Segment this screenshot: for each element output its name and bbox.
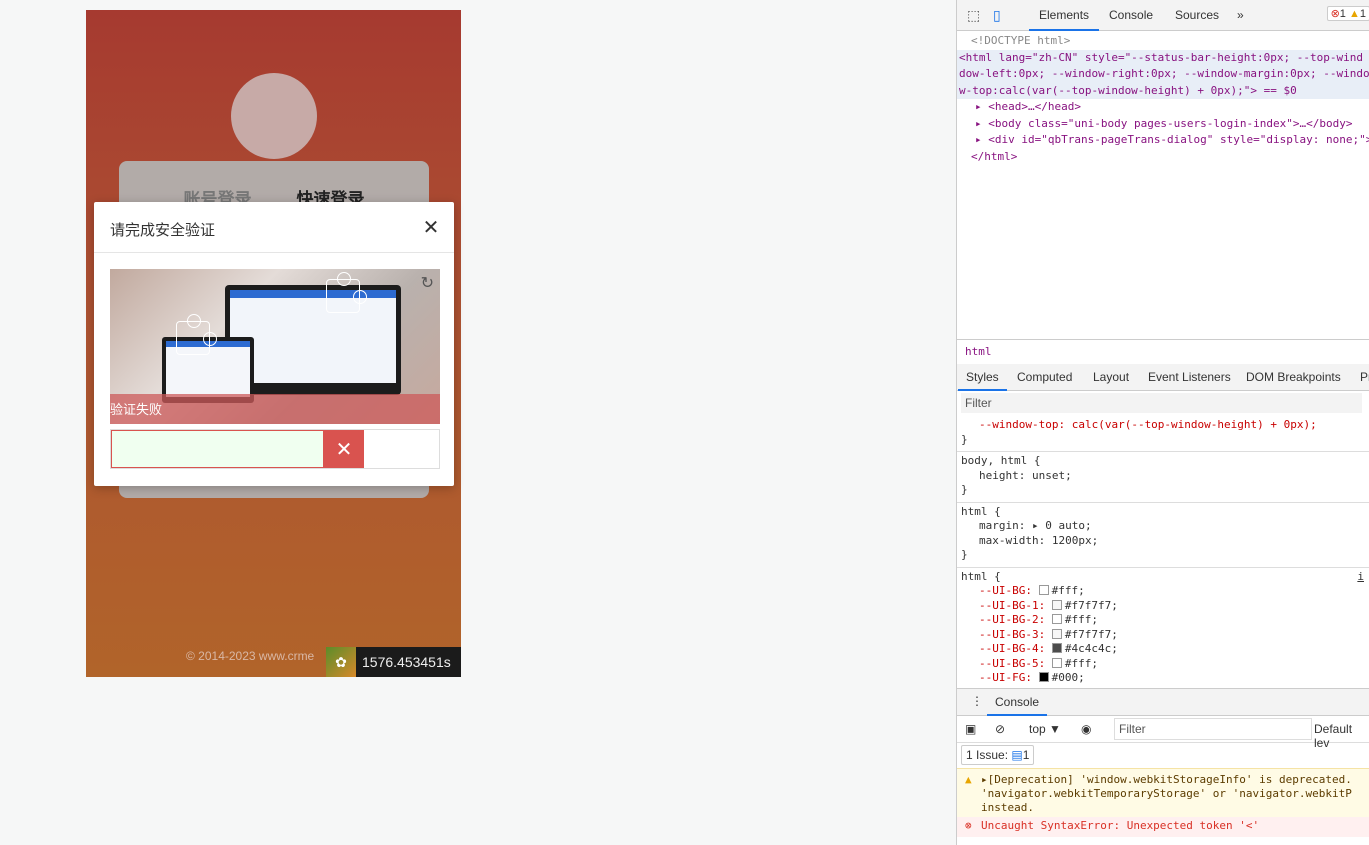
style-rules: --window-top: calc(var(--top-window-heig…	[957, 416, 1369, 686]
clear-console-icon[interactable]: ⊘	[995, 722, 1005, 736]
fail-message: 验证失败	[110, 403, 163, 418]
console-drawer-tab[interactable]: Console	[986, 695, 1048, 716]
style-rule: html { margin: ▸ 0 auto; max-width: 1200…	[957, 503, 1369, 568]
css-var[interactable]: --UI-BG-2: #fff;	[961, 613, 1366, 628]
issues-button[interactable]: 1 Issue: ▤1	[961, 745, 1035, 765]
dom-html-node-cont: w-top:calc(var(--top-window-height) + 0p…	[957, 82, 1369, 99]
tab-properties[interactable]: Pr	[1360, 370, 1369, 384]
color-swatch[interactable]	[1051, 643, 1062, 653]
device-toggle-icon[interactable]: ▯	[993, 7, 1001, 24]
color-swatch[interactable]	[1051, 614, 1062, 624]
css-var[interactable]: --UI-BG: #fff;	[961, 584, 1366, 599]
tab-sources[interactable]: Sources	[1175, 8, 1219, 22]
puzzle-piece-icon	[176, 314, 217, 355]
slider-handle[interactable]: ✕	[324, 430, 364, 468]
context-selector[interactable]: top ▼	[1029, 722, 1061, 736]
kebab-menu-icon[interactable]: ⋮	[971, 694, 983, 708]
warning-icon: ▲	[1348, 8, 1360, 20]
dom-doctype[interactable]: <!DOCTYPE html>	[957, 33, 1369, 50]
inspect-icon[interactable]: ⬚	[967, 7, 980, 24]
tab-layout[interactable]: Layout	[1093, 370, 1129, 384]
issue-counter[interactable]: ⊗1 ▲1	[1326, 6, 1369, 21]
timer-overlay: ✿ 1576.453451s	[326, 647, 461, 677]
eye-icon[interactable]: ◉	[1081, 722, 1091, 736]
rule-selector: html {	[961, 504, 1001, 518]
css-var[interactable]: --UI-BG-3: #f7f7f7;	[961, 628, 1366, 643]
console-filter-input[interactable]: Filter	[1114, 718, 1312, 740]
error-icon: ⊗	[1330, 8, 1340, 20]
tab-console[interactable]: Console	[1109, 8, 1153, 22]
css-var[interactable]: --UI-BG-5: #fff;	[961, 657, 1366, 672]
css-var[interactable]: --UI-FG: #000;	[961, 671, 1366, 686]
styles-tabs: Styles Computed Layout Event Listeners D…	[957, 364, 1369, 391]
style-prop[interactable]: max-width: 1200px;	[961, 534, 1366, 549]
breadcrumb-html[interactable]: html	[965, 345, 992, 358]
sidebar-toggle-icon[interactable]: ▣	[965, 722, 976, 736]
style-prop[interactable]: height: unset;	[961, 469, 1366, 484]
color-swatch[interactable]	[1038, 585, 1049, 595]
rule-selector: body, html {	[961, 454, 1041, 467]
console-error-message[interactable]: ⊗ Uncaught SyntaxError: Unexpected token…	[957, 817, 1369, 837]
style-prop[interactable]: --window-top: calc(var(--top-window-heig…	[961, 418, 1366, 433]
close-icon: ✕	[335, 437, 353, 461]
color-swatch[interactable]	[1051, 599, 1062, 610]
color-swatch[interactable]	[1051, 628, 1062, 639]
refresh-icon[interactable]: ↻	[421, 273, 434, 292]
dom-html-node[interactable]: <html lang="zh-CN" style="--status-bar-h…	[957, 49, 1369, 66]
css-var[interactable]: --UI-BG-1: #f7f7f7;	[961, 599, 1366, 614]
timer-logo-icon: ✿	[326, 647, 356, 677]
style-rule: --window-top: calc(var(--top-window-heig…	[957, 416, 1369, 452]
style-rule: html { i --UI-BG: #fff; --UI-BG-1: #f7f7…	[957, 568, 1369, 687]
devtools-toolbar: ⬚ ▯ Elements Console Sources » ⊗1 ▲1	[957, 0, 1369, 31]
tab-dom-breakpoints[interactable]: DOM Breakpoints	[1246, 370, 1341, 384]
color-swatch[interactable]	[1051, 657, 1062, 668]
captcha-image: ↻ 验证失败	[110, 269, 440, 424]
security-verify-dialog: 请完成安全验证 ✕ ↻ 验证失败 ✕	[94, 202, 454, 486]
tab-computed[interactable]: Computed	[1017, 370, 1072, 384]
styles-filter-input[interactable]: Filter	[961, 393, 1362, 413]
close-icon[interactable]: ✕	[422, 217, 440, 237]
timer-text: 1576.453451s	[362, 654, 451, 670]
issue-icon: ▤	[1011, 748, 1023, 762]
footer-copyright: © 2014-2023 www.crme	[186, 649, 315, 663]
dom-div-node[interactable]: ▸ <div id="qbTrans-pageTrans-dialog" sty…	[957, 132, 1369, 149]
dom-html-close: </html>	[971, 149, 1018, 163]
error-icon: ⊗	[965, 819, 972, 832]
tab-event-listeners[interactable]: Event Listeners	[1148, 370, 1231, 384]
tab-elements[interactable]: Elements	[1028, 8, 1100, 31]
dom-html-node-cont: dow-left:0px; --window-right:0px; --wind…	[957, 66, 1369, 83]
console-warning-message[interactable]: ▲ ▸[Deprecation] 'window.webkitStorageIn…	[957, 768, 1369, 821]
style-prop[interactable]: margin: ▸ 0 auto;	[961, 519, 1366, 534]
dom-head-node[interactable]: ▸ <head>…</head>	[957, 99, 1369, 116]
breadcrumb: html	[957, 339, 1369, 365]
console-toolbar: ▣ ⊘ top ▼ ◉ Filter Default lev	[957, 716, 1369, 750]
rule-source-link[interactable]: i	[1357, 570, 1364, 585]
dom-body-node[interactable]: ▸ <body class="uni-body pages-users-logi…	[957, 116, 1369, 133]
dialog-title: 请完成安全验证	[110, 221, 216, 239]
slider-fill	[111, 430, 324, 468]
color-swatch[interactable]	[1038, 672, 1049, 682]
warning-icon: ▲	[965, 773, 972, 786]
console-drawer-header: ⋮ Console	[957, 688, 1369, 716]
tab-styles[interactable]: Styles	[958, 370, 1007, 391]
dom-tree: <!DOCTYPE html> <html lang="zh-CN" style…	[957, 31, 1369, 165]
avatar	[231, 73, 317, 159]
puzzle-slot-icon	[326, 272, 367, 313]
more-tabs-icon[interactable]: »	[1237, 8, 1244, 22]
dialog-header: 请完成安全验证 ✕	[94, 202, 454, 253]
log-level-select[interactable]: Default lev	[1314, 722, 1369, 750]
css-var[interactable]: --UI-BG-4: #4c4c4c;	[961, 642, 1366, 657]
rule-selector: html {	[961, 569, 1001, 583]
style-rule: body, html { height: unset; }	[957, 452, 1369, 503]
slider-track[interactable]: ✕	[110, 429, 440, 469]
devtools-panel: ⬚ ▯ Elements Console Sources » ⊗1 ▲1 <!D…	[956, 0, 1369, 845]
